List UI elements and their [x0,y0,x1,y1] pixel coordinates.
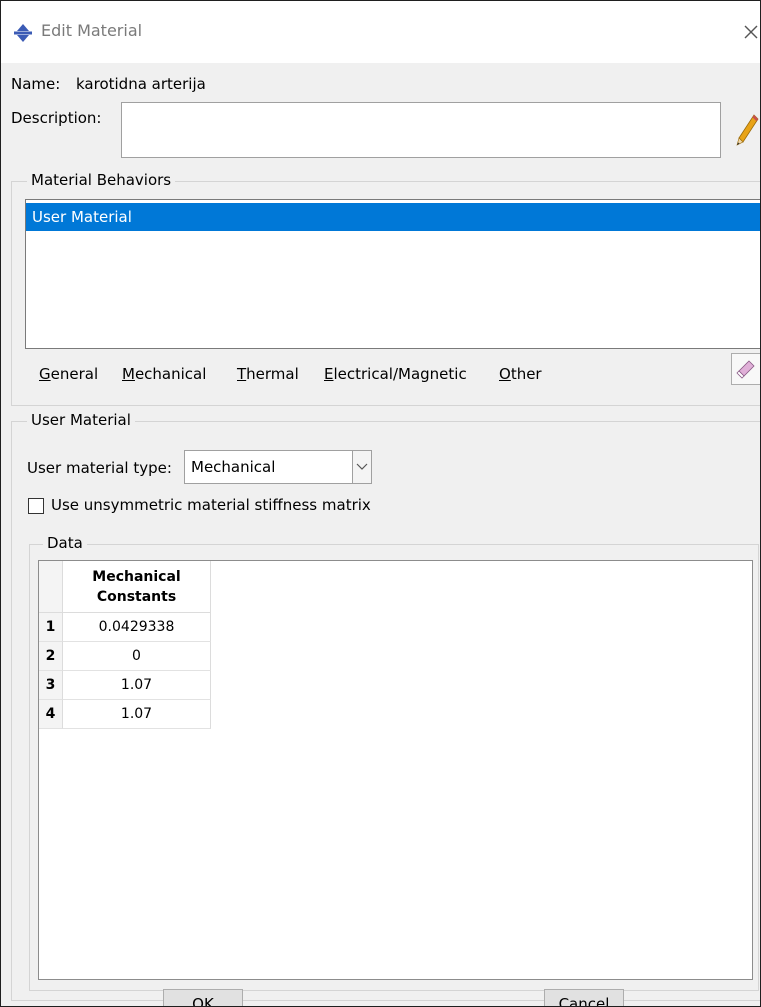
menu-mechanical-mnemonic: M [122,365,135,383]
pencil-icon[interactable] [734,111,760,151]
ok-button[interactable]: OK [163,989,243,1006]
table-cell[interactable]: 0 [63,642,211,671]
menu-thermal-mnemonic: T [237,365,247,383]
menu-electrical-label: lectrical/Magnetic [333,365,467,383]
title-bar: Edit Material [1,1,760,63]
table-cell[interactable]: 0.0429338 [63,613,211,642]
menu-thermal-label: hermal [246,365,299,383]
menu-general-mnemonic: G [39,365,51,383]
row-header: 1 [39,613,63,642]
row-header: 3 [39,671,63,700]
menu-other[interactable]: Other [499,365,542,383]
column-header-mechanical-constants: Mechanical Constants [63,561,211,613]
column-header-line1: Mechanical [92,569,181,585]
unsymmetric-stiffness-checkbox[interactable] [28,498,44,514]
menu-thermal[interactable]: Thermal [237,365,299,383]
delete-behavior-button[interactable] [731,353,760,385]
table-corner [39,561,63,613]
behavior-item-user-material[interactable]: User Material [26,203,760,231]
table-cell[interactable]: 1.07 [63,700,211,729]
material-behaviors-title: Material Behaviors [27,171,176,189]
chevron-down-icon [356,463,368,470]
menu-other-label: ther [510,365,542,383]
abaqus-logo-icon [14,24,32,42]
row-header: 4 [39,700,63,729]
menu-electrical-magnetic[interactable]: Electrical/Magnetic [324,365,467,383]
user-material-type-label: User material type: [27,459,172,477]
material-behaviors-list[interactable]: User Material [25,199,760,349]
row-header: 2 [39,642,63,671]
data-table[interactable]: Mechanical Constants 1 0.0429338 2 0 3 1… [38,560,753,980]
description-input[interactable] [121,102,721,158]
menu-mechanical[interactable]: Mechanical [122,365,206,383]
cancel-button[interactable]: Cancel [544,989,624,1006]
menu-general[interactable]: General [39,365,98,383]
menu-other-mnemonic: O [499,365,511,383]
user-material-type-value: Mechanical [191,458,276,476]
menu-general-label: eneral [50,365,99,383]
eraser-icon [736,360,755,379]
data-group-title: Data [43,534,87,552]
name-label: Name: [11,75,61,93]
dropdown-arrow[interactable] [352,451,371,483]
column-header-line2: Constants [96,589,177,605]
user-material-type-select[interactable]: Mechanical [184,450,372,484]
close-icon[interactable] [740,21,761,43]
user-material-title: User Material [27,411,135,429]
unsymmetric-stiffness-label: Use unsymmetric material stiffness matri… [51,496,371,514]
edit-material-dialog: Edit Material Name: karotidna arterija D… [0,0,761,1007]
window-title: Edit Material [41,21,143,40]
menu-mechanical-label: echanical [134,365,207,383]
table-cell[interactable]: 1.07 [63,671,211,700]
material-name-value: karotidna arterija [76,75,206,93]
description-label: Description: [11,109,102,127]
